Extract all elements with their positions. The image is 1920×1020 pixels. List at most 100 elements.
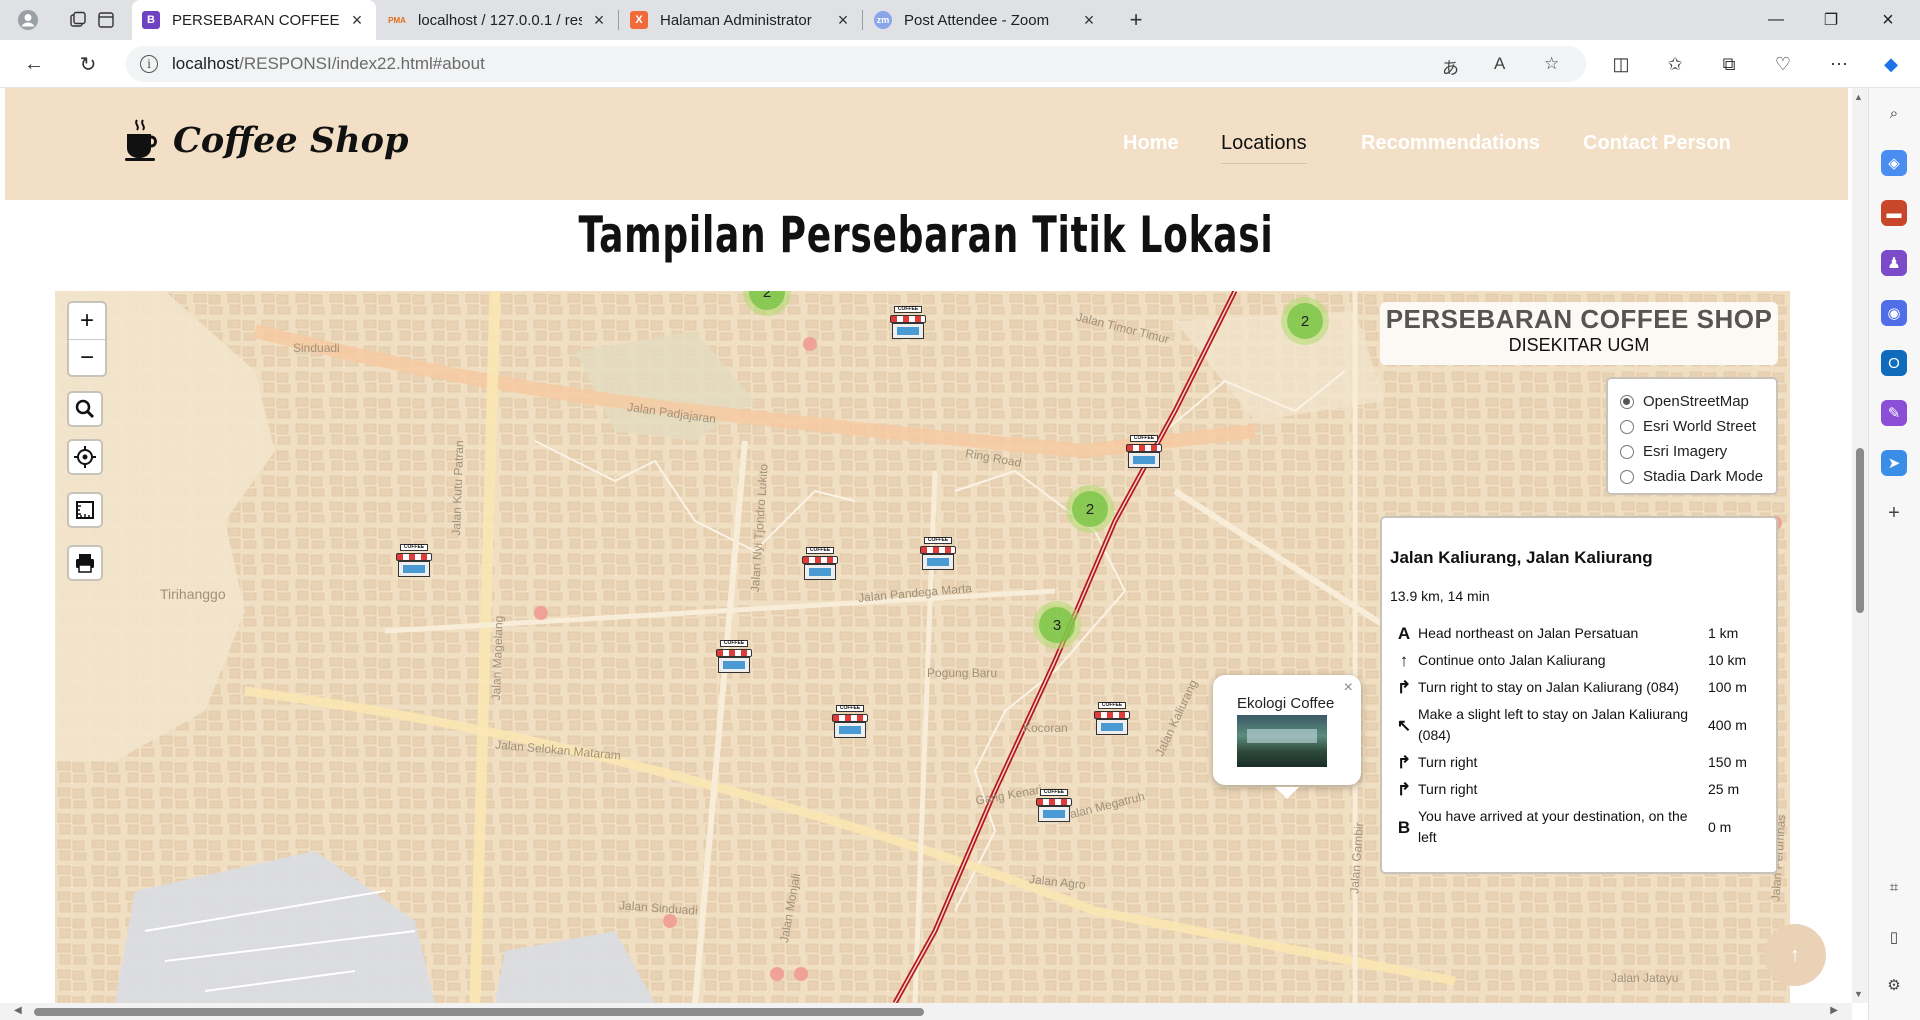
route-step[interactable]: ↖ Make a slight left to stay on Jalan Kal… bbox=[1390, 701, 1768, 749]
nav-contact-person[interactable]: Contact Person bbox=[1583, 132, 1731, 155]
add-sidebar-icon[interactable]: + bbox=[1881, 500, 1907, 526]
browser-essentials-icon[interactable]: ♡ bbox=[1768, 50, 1798, 78]
arrow-straight-icon: ↑ bbox=[1399, 651, 1409, 670]
site-header: Coffee Shop Home Locations Recommendatio… bbox=[5, 88, 1848, 200]
address-bar[interactable]: i localhost/RESPONSI/index22.html#about bbox=[126, 46, 1586, 82]
new-tab-icon[interactable]: + bbox=[1120, 6, 1152, 34]
route-step[interactable]: A Head northeast on Jalan Persatuan 1 km bbox=[1390, 620, 1768, 647]
tools-icon[interactable]: ▬ bbox=[1881, 200, 1907, 226]
route-step[interactable]: B You have arrived at your destination, o… bbox=[1390, 803, 1768, 851]
brand[interactable]: Coffee Shop bbox=[123, 118, 408, 162]
close-window-icon[interactable]: × bbox=[1862, 0, 1914, 40]
tab-phpmyadmin[interactable]: PMA localhost / 127.0.0.1 / responsiko × bbox=[378, 0, 618, 40]
scroll-to-top-button[interactable]: ↑ bbox=[1764, 924, 1826, 986]
collections-icon[interactable]: ⧉ bbox=[1714, 50, 1744, 78]
nav-home[interactable]: Home bbox=[1123, 132, 1179, 155]
url-host: localhost bbox=[172, 54, 240, 73]
profile-icon[interactable] bbox=[12, 6, 44, 34]
locate-button[interactable] bbox=[67, 439, 103, 475]
coffee-shop-marker[interactable]: COFFEE bbox=[1125, 435, 1163, 469]
close-tab-icon[interactable]: × bbox=[834, 10, 852, 31]
scroll-left-arrow-icon[interactable]: ◀ bbox=[14, 1005, 22, 1016]
shopping-icon[interactable]: ◈ bbox=[1881, 150, 1907, 176]
arrow-up-icon: ↑ bbox=[1790, 943, 1800, 966]
favorites-icon[interactable]: ✩ bbox=[1660, 50, 1690, 78]
close-tab-icon[interactable]: × bbox=[590, 10, 608, 31]
radio-selected-icon bbox=[1620, 394, 1634, 409]
marker-cluster[interactable]: 2 bbox=[1066, 485, 1114, 533]
tab-persebaran[interactable]: B PERSEBARAN COFFEE SHOP DI S × bbox=[132, 0, 376, 40]
screenshot-icon[interactable]: ⌗ bbox=[1881, 874, 1907, 900]
close-tab-icon[interactable]: × bbox=[348, 10, 366, 31]
route-step[interactable]: ↱ Turn right 150 m bbox=[1390, 749, 1768, 776]
coffee-shop-marker[interactable]: COFFEE bbox=[1035, 789, 1073, 823]
brand-name: Coffee Shop bbox=[173, 119, 409, 161]
tab-administrator[interactable]: X Halaman Administrator × bbox=[620, 0, 862, 40]
zoom-in-button[interactable]: + bbox=[69, 303, 105, 339]
settings-gear-icon[interactable]: ⚙ bbox=[1881, 972, 1907, 998]
route-step[interactable]: ↱ Turn right to stay on Jalan Kaliurang (… bbox=[1390, 674, 1768, 701]
games-icon[interactable]: ♟ bbox=[1881, 250, 1907, 276]
place-label: Sinduadi bbox=[293, 341, 340, 355]
vertical-scroll-thumb[interactable] bbox=[1856, 448, 1864, 613]
print-button[interactable] bbox=[67, 545, 103, 581]
scroll-up-arrow-icon[interactable]: ▲ bbox=[1854, 92, 1863, 102]
edge-sidebar: ⌕ ◈ ▬ ♟ ◉ O ✎ ➤ + ⌗ ▯ ⚙ bbox=[1868, 88, 1920, 1020]
designer-icon[interactable]: ✎ bbox=[1881, 400, 1907, 426]
copilot-icon[interactable]: ◆ bbox=[1876, 50, 1906, 78]
favorite-star-icon[interactable]: ☆ bbox=[1544, 54, 1559, 74]
close-tab-icon[interactable]: × bbox=[1080, 10, 1098, 31]
minimize-icon[interactable]: — bbox=[1750, 0, 1802, 40]
map[interactable]: Jalan Padjajaran Ring Road Jalan Pandega… bbox=[55, 291, 1790, 1003]
marker-popup: Ekologi Coffee × bbox=[1213, 675, 1361, 799]
nav-recommendations[interactable]: Recommendations bbox=[1361, 132, 1540, 155]
routing-panel[interactable]: Jalan Kaliurang, Jalan Kaliurang 13.9 km… bbox=[1380, 516, 1778, 874]
coffee-shop-marker[interactable]: COFFEE bbox=[395, 544, 433, 578]
layer-option-stadia-dark[interactable]: Stadia Dark Mode bbox=[1620, 464, 1776, 489]
page-viewport: Coffee Shop Home Locations Recommendatio… bbox=[0, 88, 1868, 1020]
coffee-shop-marker[interactable]: COFFEE bbox=[801, 547, 839, 581]
tab-actions-icon[interactable] bbox=[90, 6, 122, 34]
coffee-shop-marker[interactable]: COFFEE bbox=[831, 705, 869, 739]
coffee-shop-marker[interactable]: COFFEE bbox=[919, 537, 957, 571]
horizontal-scrollbar[interactable]: ◀ ▶ bbox=[0, 1003, 1852, 1020]
map-search-button[interactable] bbox=[67, 391, 103, 427]
layer-option-esri-world-street[interactable]: Esri World Street bbox=[1620, 414, 1776, 439]
coffee-shop-marker[interactable]: COFFEE bbox=[1093, 702, 1131, 736]
marker-cluster[interactable]: 2 bbox=[1281, 297, 1329, 345]
tab-label: PERSEBARAN COFFEE SHOP DI S bbox=[172, 11, 340, 29]
marker-cluster[interactable]: 3 bbox=[1033, 601, 1081, 649]
search-icon[interactable]: ⌕ bbox=[1881, 100, 1907, 126]
nav-locations[interactable]: Locations bbox=[1221, 132, 1307, 164]
slight-left-icon: ↖ bbox=[1396, 715, 1412, 735]
scroll-right-arrow-icon[interactable]: ▶ bbox=[1830, 1005, 1838, 1016]
outlook-icon[interactable]: O bbox=[1881, 350, 1907, 376]
back-icon[interactable]: ← bbox=[16, 48, 52, 80]
split-screen-icon[interactable]: ◫ bbox=[1606, 50, 1636, 78]
route-step[interactable]: ↱ Turn right 25 m bbox=[1390, 776, 1768, 803]
maximize-icon[interactable]: ❐ bbox=[1805, 0, 1857, 40]
send-icon[interactable]: ➤ bbox=[1881, 450, 1907, 476]
search-icon bbox=[75, 399, 95, 419]
coffee-shop-marker[interactable]: COFFEE bbox=[715, 640, 753, 674]
layer-option-openstreetmap[interactable]: OpenStreetMap bbox=[1620, 389, 1776, 414]
scroll-down-arrow-icon[interactable]: ▼ bbox=[1854, 989, 1863, 999]
route-step[interactable]: ↑ Continue onto Jalan Kaliurang 10 km bbox=[1390, 647, 1768, 674]
reload-icon[interactable]: ↻ bbox=[70, 48, 106, 80]
turn-right-icon: ↱ bbox=[1396, 753, 1412, 772]
coffee-shop-marker[interactable]: COFFEE bbox=[889, 306, 927, 340]
horizontal-scroll-thumb[interactable] bbox=[34, 1008, 924, 1016]
hide-sidebar-icon[interactable]: ▯ bbox=[1881, 924, 1907, 950]
more-menu-icon[interactable]: ⋯ bbox=[1824, 50, 1854, 78]
site-info-icon[interactable]: i bbox=[140, 55, 158, 73]
place-label: Pogung Baru bbox=[927, 666, 998, 680]
translate-icon[interactable]: あ bbox=[1442, 54, 1459, 79]
zoom-out-button[interactable]: − bbox=[69, 339, 105, 375]
copilot-sidebar-icon[interactable]: ◉ bbox=[1881, 300, 1907, 326]
vertical-scrollbar[interactable]: ▲ ▼ bbox=[1852, 88, 1868, 1003]
tab-zoom[interactable]: zm Post Attendee - Zoom × bbox=[864, 0, 1108, 40]
popup-close-icon[interactable]: × bbox=[1344, 679, 1353, 697]
measure-button[interactable] bbox=[67, 492, 103, 528]
layer-option-esri-imagery[interactable]: Esri Imagery bbox=[1620, 439, 1776, 464]
read-aloud-icon[interactable]: A bbox=[1494, 54, 1505, 74]
